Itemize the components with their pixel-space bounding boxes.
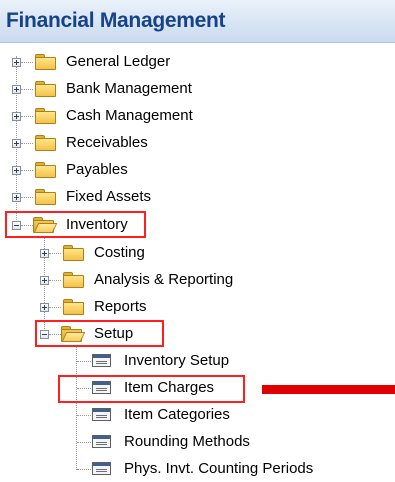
- folder-icon: [35, 189, 56, 205]
- tree-item-label: Rounding Methods: [124, 433, 250, 450]
- folder-icon: [35, 135, 56, 151]
- highlight-box-inventory: [5, 211, 146, 238]
- highlight-box-setup: [35, 320, 164, 347]
- expand-plus-icon[interactable]: [12, 58, 21, 67]
- tree-line: [77, 469, 91, 470]
- tree-item-cash-management[interactable]: Cash Management: [10, 105, 230, 129]
- expand-plus-icon[interactable]: [12, 166, 21, 175]
- expand-plus-icon[interactable]: [40, 303, 49, 312]
- form-icon: [92, 354, 111, 367]
- tree-item-label: Inventory Setup: [124, 352, 230, 369]
- tree-item-label: Phys. Invt. Counting Periods: [124, 460, 314, 477]
- tree-item-costing[interactable]: Costing: [38, 242, 238, 266]
- expand-plus-icon[interactable]: [12, 85, 21, 94]
- tree-item-label: Analysis & Reporting: [94, 271, 234, 288]
- tree-item-fixed-assets[interactable]: Fixed Assets: [10, 186, 210, 210]
- tree-item-label: Fixed Assets: [66, 188, 152, 205]
- tree-item-label: Payables: [66, 161, 128, 178]
- folder-icon: [63, 245, 84, 261]
- tree-line: [76, 345, 77, 470]
- navigation-tree: General Ledger Bank Management Cash Mana…: [0, 0, 395, 481]
- tree-item-payables[interactable]: Payables: [10, 159, 210, 183]
- tree-item-reports[interactable]: Reports: [38, 296, 238, 320]
- form-icon: [92, 408, 111, 421]
- tree-item-rounding-methods[interactable]: Rounding Methods: [92, 431, 352, 455]
- expand-plus-icon[interactable]: [40, 249, 49, 258]
- expand-plus-icon[interactable]: [12, 112, 21, 121]
- tree-item-label: General Ledger: [66, 53, 171, 70]
- form-icon: [92, 435, 111, 448]
- tree-item-label: Item Categories: [124, 406, 230, 423]
- highlight-box-item-charges: [58, 375, 245, 403]
- tree-item-general-ledger[interactable]: General Ledger: [10, 51, 210, 75]
- tree-item-analysis-reporting[interactable]: Analysis & Reporting: [38, 269, 298, 293]
- tree-line: [77, 361, 91, 362]
- tree-item-label: Receivables: [66, 134, 148, 151]
- tree-item-receivables[interactable]: Receivables: [10, 132, 210, 156]
- tree-item-label: Bank Management: [66, 80, 192, 97]
- tree-item-label: Reports: [94, 298, 147, 315]
- form-icon: [92, 462, 111, 475]
- tree-item-inventory-setup[interactable]: Inventory Setup: [92, 350, 352, 374]
- expand-plus-icon[interactable]: [12, 193, 21, 202]
- folder-icon: [35, 54, 56, 70]
- annotation-arrow: [262, 385, 395, 394]
- folder-icon: [63, 272, 84, 288]
- tree-line: [77, 442, 91, 443]
- expand-plus-icon[interactable]: [12, 139, 21, 148]
- expand-plus-icon[interactable]: [40, 276, 49, 285]
- tree-item-phys-invt-counting-periods[interactable]: Phys. Invt. Counting Periods: [92, 458, 392, 482]
- tree-line: [77, 415, 91, 416]
- tree-item-label: Cash Management: [66, 107, 193, 124]
- folder-icon: [35, 162, 56, 178]
- tree-item-bank-management[interactable]: Bank Management: [10, 78, 230, 102]
- folder-icon: [35, 108, 56, 124]
- folder-icon: [35, 81, 56, 97]
- tree-item-item-categories[interactable]: Item Categories: [92, 404, 352, 428]
- tree-item-label: Costing: [94, 244, 145, 261]
- folder-icon: [63, 299, 84, 315]
